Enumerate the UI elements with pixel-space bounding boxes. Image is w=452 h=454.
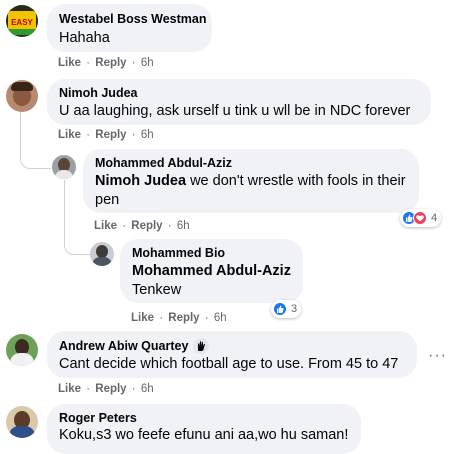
avatar-westabel[interactable]: EASY: [6, 5, 38, 37]
comment-bubble: Westabel Boss Westman Hahaha: [47, 4, 212, 52]
avatar-body-shape: [10, 353, 34, 366]
comment-actions: Like · Reply · 6h: [58, 129, 154, 141]
comment-bubble: Nimoh Judea U aa laughing, ask urself u …: [47, 79, 431, 125]
avatar-abdul-aziz[interactable]: [52, 155, 76, 179]
comment-actions: Like · Reply · 6h: [131, 312, 227, 324]
reaction-count: 4: [431, 212, 438, 224]
comment-text: Tenkew: [132, 282, 182, 298]
avatar-mohammed-bio[interactable]: [90, 242, 114, 266]
comment-author[interactable]: Roger Peters: [59, 411, 349, 425]
mention-link[interactable]: Mohammed Abdul-Aziz: [132, 263, 291, 279]
comment-actions: Like · Reply · 6h: [94, 220, 190, 232]
separator: ·: [122, 220, 127, 232]
separator: ·: [131, 129, 136, 141]
timestamp[interactable]: 6h: [141, 57, 154, 69]
like-button[interactable]: Like: [131, 312, 154, 324]
comment-author[interactable]: Nimoh Judea: [59, 86, 419, 100]
avatar-badge-text: EASY: [11, 18, 33, 27]
reply-button[interactable]: Reply: [131, 220, 162, 232]
avatar-badge-base: [8, 29, 36, 35]
thread-line-1: [20, 112, 51, 169]
comment-author[interactable]: Mohammed Bio: [132, 246, 291, 260]
comment-text: Cant decide which football age to use. F…: [59, 356, 399, 372]
reaction-count: 3: [291, 303, 298, 315]
avatar-body-shape: [9, 426, 35, 438]
separator: ·: [159, 312, 164, 324]
timestamp[interactable]: 6h: [141, 383, 154, 395]
comment-author[interactable]: Westabel Boss Westman: [59, 12, 207, 26]
like-button[interactable]: Like: [58, 57, 81, 69]
separator: ·: [131, 57, 136, 69]
separator: ·: [86, 57, 91, 69]
avatar-andrew[interactable]: [6, 334, 38, 366]
separator: ·: [167, 220, 172, 232]
avatar-body-shape: [92, 257, 112, 266]
avatar-body-shape: [55, 170, 73, 179]
comment-author-row: Andrew Abiw Quartey: [59, 338, 405, 354]
top-fan-badge-icon[interactable]: [193, 338, 210, 354]
reply-button[interactable]: Reply: [168, 312, 199, 324]
reply-button[interactable]: Reply: [95, 129, 126, 141]
comment-mention-line: Mohammed Abdul-Aziz: [132, 262, 291, 281]
reply-bubble: Mohammed Abdul-Aziz Nimoh Judea we don't…: [83, 149, 419, 213]
like-button[interactable]: Like: [94, 220, 117, 232]
comment-actions: Like · Reply · 6h: [58, 383, 154, 395]
comment-bubble: Roger Peters Koku,s3 wo feefe efunu ani …: [47, 404, 361, 454]
separator: ·: [86, 383, 91, 395]
avatar-nimoh[interactable]: [6, 80, 38, 112]
reply-button[interactable]: Reply: [95, 57, 126, 69]
reply-button[interactable]: Reply: [95, 383, 126, 395]
separator: ·: [131, 383, 136, 395]
comment-text: U aa laughing, ask urself u tink u wll b…: [59, 103, 411, 119]
reaction-summary[interactable]: 4: [400, 209, 442, 227]
comment-author[interactable]: Andrew Abiw Quartey: [59, 339, 188, 353]
comment-bubble: Andrew Abiw Quartey Cant decide which fo…: [47, 331, 417, 378]
separator: ·: [204, 312, 209, 324]
more-options-button[interactable]: ···: [428, 347, 447, 365]
comment-text: Nimoh Judea we don't wrestle with fools …: [95, 172, 407, 210]
love-reaction-icon: [413, 211, 427, 225]
timestamp[interactable]: 6h: [214, 312, 227, 324]
reply-bubble: Mohammed Bio Mohammed Abdul-Aziz Tenkew: [120, 239, 303, 303]
comment-author[interactable]: Mohammed Abdul-Aziz: [95, 156, 407, 170]
like-button[interactable]: Like: [58, 129, 81, 141]
mention-link[interactable]: Nimoh Judea: [95, 173, 186, 189]
like-button[interactable]: Like: [58, 383, 81, 395]
comment-text: Hahaha: [59, 30, 110, 46]
reaction-summary[interactable]: 3: [271, 300, 302, 318]
comment-actions: Like · Reply · 6h: [58, 57, 154, 69]
comment-text: Koku,s3 wo feefe efunu ani aa,wo hu sama…: [59, 427, 349, 443]
separator: ·: [86, 129, 91, 141]
like-reaction-icon: [273, 302, 287, 316]
avatar-roger[interactable]: [6, 406, 38, 438]
timestamp[interactable]: 6h: [141, 129, 154, 141]
timestamp[interactable]: 6h: [177, 220, 190, 232]
avatar-hair-shape: [11, 82, 33, 91]
